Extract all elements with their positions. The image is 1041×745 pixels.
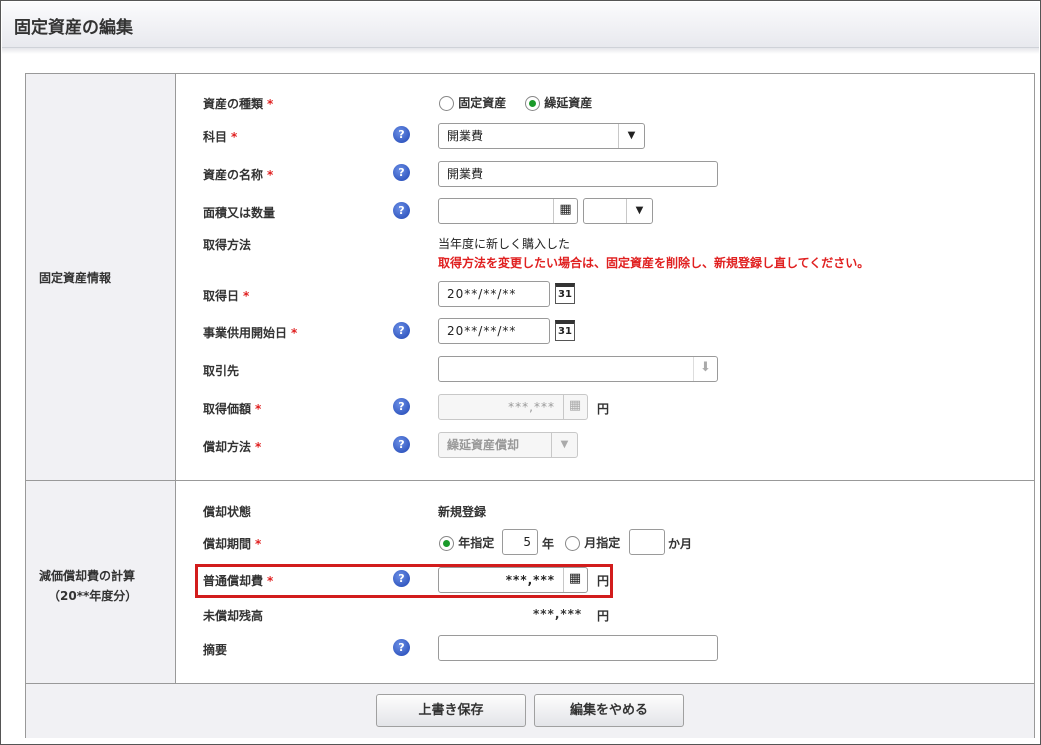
help-icon[interactable]: ? [393, 398, 410, 415]
acq-date-label: 取得日 * [203, 289, 250, 303]
button-bar [26, 684, 1034, 738]
radio-fixed-asset[interactable]: 固定資産 [439, 94, 506, 111]
help-icon[interactable]: ? [393, 202, 410, 219]
save-button[interactable]: 上書き保存 [376, 694, 526, 727]
yen-unit: 円 [597, 609, 610, 623]
service-date-label: 事業供用開始日 * [203, 326, 298, 340]
radio-button[interactable] [439, 96, 454, 111]
service-date-input[interactable]: 20**/**/** [438, 318, 550, 344]
normal-dep-label: 普通償却費 * [203, 574, 274, 588]
yen-unit: 円 [597, 402, 610, 416]
help-icon[interactable]: ? [393, 639, 410, 656]
account-label: 科目 * [203, 130, 238, 144]
yen-unit: 円 [597, 574, 610, 588]
undep-balance-label: 未償却残高 [203, 609, 264, 623]
asset-name-label: 資産の名称 * [203, 168, 274, 182]
normal-dep-input[interactable]: ***,*** ▦ [438, 567, 588, 593]
asset-name-input[interactable]: 開業費 [438, 161, 718, 187]
radio-month[interactable]: 月指定 [565, 534, 620, 551]
help-icon[interactable]: ? [393, 570, 410, 587]
acq-date-input[interactable]: 20**/**/** [438, 281, 550, 307]
acq-price-label: 取得価額 * [203, 402, 262, 416]
calculator-icon[interactable]: ▦ [553, 199, 577, 223]
asset-type-label: 資産の種類 * [203, 97, 274, 111]
acq-price-input[interactable]: ***,*** ▦ [438, 394, 588, 420]
undep-balance-value: ***,*** [533, 607, 583, 621]
page-title: 固定資産の編集 [14, 18, 133, 38]
area-label: 面積又は数量 [203, 206, 276, 220]
dep-status-label: 償却状態 [203, 505, 252, 519]
radio-button-selected[interactable] [525, 96, 540, 111]
calculator-icon[interactable]: ▦ [563, 395, 587, 419]
section-label-depreciation: 減価償却費の計算 （20**年度分） [26, 481, 176, 684]
acq-method-label: 取得方法 [203, 238, 252, 252]
unit-select[interactable]: ▼ [583, 198, 653, 224]
dep-period-label: 償却期間 * [203, 537, 262, 551]
chevron-down-icon[interactable]: ▼ [551, 433, 577, 457]
chevron-down-icon[interactable]: ▼ [626, 199, 652, 223]
month-unit: か月 [668, 537, 693, 551]
acq-method-note: 取得方法を変更したい場合は、固定資産を削除し、新規登録し直してください。 [438, 256, 870, 270]
calendar-icon[interactable]: 31 [555, 283, 575, 304]
dep-method-label: 償却方法 * [203, 440, 262, 454]
area-input[interactable]: ▦ [438, 198, 578, 224]
client-input[interactable]: ⬇ [438, 356, 718, 382]
month-input[interactable] [629, 529, 665, 555]
dep-method-select[interactable]: 繰延資産償却 ▼ [438, 432, 578, 458]
dep-status-value: 新規登録 [438, 505, 487, 519]
summary-input[interactable] [438, 635, 718, 661]
account-select[interactable]: 開業費 ▼ [438, 123, 645, 149]
year-unit: 年 [542, 537, 555, 551]
client-label: 取引先 [203, 364, 240, 378]
chevron-down-icon[interactable]: ▼ [618, 124, 644, 148]
summary-label: 摘要 [203, 643, 228, 657]
year-input[interactable]: 5 [502, 529, 538, 555]
acq-method-value: 当年度に新しく購入した [438, 237, 571, 251]
help-icon[interactable]: ? [393, 322, 410, 339]
help-icon[interactable]: ? [393, 126, 410, 143]
arrow-down-icon[interactable]: ⬇ [693, 357, 717, 381]
help-icon[interactable]: ? [393, 164, 410, 181]
radio-button[interactable] [565, 536, 580, 551]
radio-deferred-asset[interactable]: 繰延資産 [525, 94, 592, 111]
section-label-asset-info: 固定資産情報 [26, 74, 176, 480]
calculator-icon[interactable]: ▦ [563, 568, 587, 592]
help-icon[interactable]: ? [393, 436, 410, 453]
calendar-icon[interactable]: 31 [555, 320, 575, 341]
title-bar: 固定資産の編集 [2, 2, 1039, 48]
radio-year[interactable]: 年指定 [439, 534, 494, 551]
radio-button-selected[interactable] [439, 536, 454, 551]
cancel-edit-button[interactable]: 編集をやめる [534, 694, 684, 727]
